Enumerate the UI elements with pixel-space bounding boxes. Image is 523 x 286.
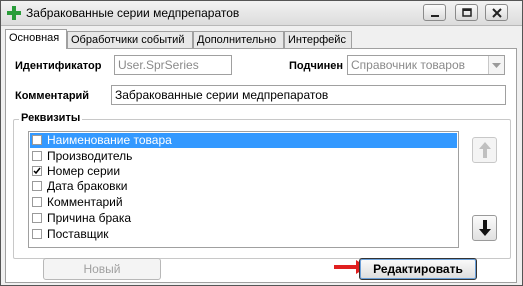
dialog-window: Забракованные серии медпрепаратов Основн… [0, 0, 523, 286]
identifier-label: Идентификатор [15, 60, 102, 72]
item-checkbox[interactable] [32, 135, 42, 145]
close-button[interactable] [485, 4, 508, 21]
arrow-up-icon [479, 142, 491, 158]
comment-field[interactable]: Забракованные серии медпрепаратов [111, 85, 506, 105]
move-down-button[interactable] [472, 215, 497, 241]
item-label: Дата браковки [47, 179, 128, 193]
list-item[interactable]: Производитель [30, 149, 457, 164]
maximize-icon [462, 8, 472, 17]
item-checkbox[interactable] [32, 213, 42, 223]
minimize-icon [431, 15, 439, 17]
item-checkbox[interactable] [32, 181, 42, 191]
list-item[interactable]: Поставщик [30, 227, 457, 242]
tab-main[interactable]: Основная [5, 29, 67, 49]
item-checkbox[interactable] [32, 166, 42, 176]
chevron-down-icon [492, 63, 501, 68]
list-item[interactable]: Дата браковки [30, 179, 457, 194]
item-label: Номер серии [47, 164, 121, 178]
list-item[interactable]: Комментарий [30, 195, 457, 210]
subordinate-select[interactable]: Справочник товаров [347, 55, 505, 75]
subordinate-value: Справочник товаров [351, 58, 465, 72]
window-title: Забракованные серии медпрепаратов [26, 6, 240, 20]
comment-label: Комментарий [15, 90, 90, 102]
new-button[interactable]: Новый [43, 258, 161, 280]
arrow-down-icon [479, 220, 491, 236]
item-label: Комментарий [47, 195, 123, 209]
item-label: Причина брака [47, 211, 131, 225]
item-label: Наименование товара [47, 133, 172, 147]
item-label: Производитель [47, 149, 133, 163]
close-icon [492, 8, 502, 18]
item-checkbox[interactable] [32, 151, 42, 161]
list-item[interactable]: Номер серии [30, 164, 457, 179]
tab-additional[interactable]: Дополнительно [193, 31, 284, 48]
edit-button[interactable]: Редактировать [359, 258, 477, 280]
checkmark-icon [33, 167, 41, 175]
subordinate-label: Подчинен [289, 60, 344, 72]
dropdown-button[interactable] [488, 56, 504, 74]
identifier-field[interactable]: User.SprSeries [114, 55, 232, 75]
list-item[interactable]: Причина брака [30, 211, 457, 226]
minimize-button[interactable] [423, 4, 446, 21]
tab-interface[interactable]: Интерфейс [284, 31, 352, 48]
move-up-button[interactable] [472, 137, 497, 163]
attributes-group-title: Реквизиты [19, 112, 83, 124]
item-checkbox[interactable] [32, 229, 42, 239]
item-checkbox[interactable] [32, 197, 42, 207]
title-bar[interactable]: Забракованные серии медпрепаратов [1, 1, 522, 26]
tab-event-handlers[interactable]: Обработчики событий [67, 31, 193, 48]
green-cross-icon [7, 6, 21, 20]
maximize-button[interactable] [455, 4, 478, 21]
item-label: Поставщик [47, 227, 109, 241]
attributes-list[interactable]: Наименование товара Производитель Номер … [28, 131, 459, 248]
list-item[interactable]: Наименование товара [30, 133, 457, 148]
